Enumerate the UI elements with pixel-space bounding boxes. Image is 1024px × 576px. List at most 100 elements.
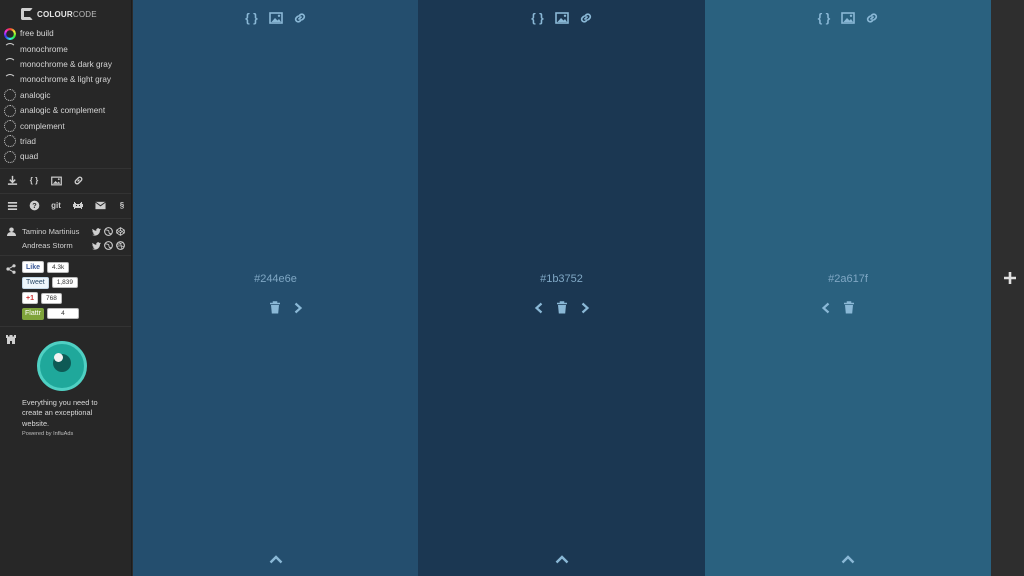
gplus-count: 768 bbox=[40, 292, 62, 304]
panel-export-tools: { } bbox=[418, 10, 705, 26]
ad-block[interactable]: Everything you need to create an excepti… bbox=[0, 327, 131, 438]
code-icon[interactable]: { } bbox=[530, 10, 546, 26]
link-icon[interactable] bbox=[578, 10, 594, 26]
code-icon[interactable]: { } bbox=[244, 10, 260, 26]
share-icon bbox=[6, 263, 16, 277]
globe-icon[interactable] bbox=[104, 227, 113, 236]
image-icon[interactable] bbox=[554, 10, 570, 26]
chevron-up-icon[interactable] bbox=[268, 552, 284, 566]
complement-icon bbox=[4, 120, 16, 133]
tweet-button[interactable]: Tweet bbox=[22, 276, 49, 289]
image-icon[interactable] bbox=[50, 175, 62, 187]
link-icon[interactable] bbox=[292, 10, 308, 26]
flattr-share: Flattr 4 bbox=[22, 306, 131, 322]
twitter-icon[interactable] bbox=[92, 241, 101, 250]
mode-analogic[interactable]: analogic bbox=[0, 88, 131, 103]
panel-controls bbox=[144, 300, 429, 315]
hex-value[interactable]: #2a617f bbox=[705, 273, 991, 285]
mode-quad[interactable]: quad bbox=[0, 149, 131, 164]
image-icon[interactable] bbox=[268, 10, 284, 26]
flattr-count: 4 bbox=[46, 308, 79, 320]
sidebar: COLOURCODE free build monochrome monochr… bbox=[0, 0, 132, 576]
git-icon[interactable]: git bbox=[50, 200, 62, 212]
mode-monochrome-light-gray[interactable]: monochrome & light gray bbox=[0, 72, 131, 87]
download-icon[interactable] bbox=[6, 175, 18, 187]
analogic-complement-icon bbox=[4, 104, 16, 117]
code-icon[interactable]: { } bbox=[28, 175, 40, 187]
panel-export-tools: { } bbox=[133, 10, 418, 26]
mode-label: quad bbox=[20, 152, 39, 162]
chevron-right-icon[interactable] bbox=[291, 300, 306, 315]
mode-label: triad bbox=[20, 136, 36, 146]
author-name: Andreas Storm bbox=[22, 241, 73, 251]
gplus-share: +1 768 bbox=[22, 291, 131, 307]
mode-analogic-complement[interactable]: analogic & complement bbox=[0, 103, 131, 118]
castle-icon bbox=[6, 334, 16, 346]
hex-value[interactable]: #1b3752 bbox=[418, 273, 705, 285]
menu-icon[interactable] bbox=[6, 200, 18, 212]
hex-value[interactable]: #244e6e bbox=[133, 273, 418, 285]
color-panel-1: { } #244e6e bbox=[133, 0, 418, 576]
link-icon[interactable] bbox=[72, 175, 84, 187]
mode-list: free build monochrome monochrome & dark … bbox=[0, 26, 131, 165]
facebook-like-button[interactable]: Like bbox=[22, 261, 45, 274]
panel-controls bbox=[418, 300, 705, 315]
monochrome-dark-icon bbox=[4, 58, 16, 70]
chevron-up-icon[interactable] bbox=[840, 552, 856, 566]
twitter-icon[interactable] bbox=[92, 227, 101, 236]
mode-label: analogic bbox=[20, 90, 51, 100]
trash-icon[interactable] bbox=[554, 300, 569, 315]
twitter-tweet: Tweet 1,839 bbox=[22, 275, 131, 291]
analogic-icon bbox=[4, 89, 16, 102]
mode-complement[interactable]: complement bbox=[0, 118, 131, 133]
ad-powered-by: Powered by InfluAds bbox=[22, 431, 74, 438]
logo-mark-icon bbox=[21, 8, 33, 20]
mode-label: monochrome & dark gray bbox=[20, 59, 112, 69]
color-panel-3: { } #2a617f bbox=[705, 0, 991, 576]
codepen-icon[interactable] bbox=[116, 227, 125, 236]
chevron-left-icon[interactable] bbox=[531, 300, 546, 315]
add-color-icon[interactable] bbox=[1003, 271, 1017, 285]
chevron-left-icon[interactable] bbox=[818, 300, 833, 315]
color-wheel-icon bbox=[4, 27, 16, 40]
code-icon[interactable]: { } bbox=[816, 10, 832, 26]
image-icon[interactable] bbox=[840, 10, 856, 26]
chevron-right-icon[interactable] bbox=[577, 300, 592, 315]
mode-label: analogic & complement bbox=[20, 106, 106, 116]
link-icon[interactable] bbox=[864, 10, 880, 26]
dribbble-icon[interactable] bbox=[116, 241, 125, 250]
user-icon bbox=[7, 226, 16, 236]
color-panel-2: { } #1b3752 bbox=[418, 0, 705, 576]
export-toolbar: { } bbox=[0, 169, 131, 193]
trash-icon[interactable] bbox=[268, 300, 283, 315]
facebook-like: Like 4.3k bbox=[22, 260, 131, 276]
imprint-icon[interactable]: § bbox=[116, 200, 128, 212]
mode-triad[interactable]: triad bbox=[0, 134, 131, 149]
triad-icon bbox=[4, 135, 16, 148]
mode-label: monochrome & light gray bbox=[20, 75, 112, 85]
panel-expand bbox=[133, 552, 418, 566]
panel-expand bbox=[418, 552, 705, 566]
help-icon[interactable]: ? bbox=[28, 200, 40, 212]
globe-icon[interactable] bbox=[104, 241, 113, 250]
author-row: Tamino Martinius bbox=[6, 225, 131, 239]
chevron-up-icon[interactable] bbox=[554, 552, 570, 566]
mail-icon[interactable] bbox=[94, 200, 106, 212]
mode-label: free build bbox=[20, 29, 54, 39]
ad-logo bbox=[37, 340, 87, 391]
logo[interactable]: COLOURCODE bbox=[0, 0, 131, 26]
invader-icon[interactable] bbox=[72, 200, 84, 212]
trash-icon[interactable] bbox=[841, 300, 856, 315]
panel-controls bbox=[694, 300, 980, 315]
monochrome-light-icon bbox=[4, 73, 16, 86]
mode-monochrome-dark-gray[interactable]: monochrome & dark gray bbox=[0, 57, 131, 72]
mode-monochrome[interactable]: monochrome bbox=[0, 41, 131, 56]
facebook-like-count: 4.3k bbox=[47, 261, 70, 273]
monochrome-icon bbox=[4, 43, 16, 55]
gplus-button[interactable]: +1 bbox=[22, 292, 38, 305]
author-name: Tamino Martinius bbox=[22, 227, 80, 237]
svg-text:?: ? bbox=[32, 201, 37, 210]
share-section: Like 4.3k Tweet 1,839 +1 768 Flattr 4 bbox=[0, 256, 131, 326]
flattr-button[interactable]: Flattr bbox=[22, 307, 44, 320]
mode-free-build[interactable]: free build bbox=[0, 26, 131, 41]
